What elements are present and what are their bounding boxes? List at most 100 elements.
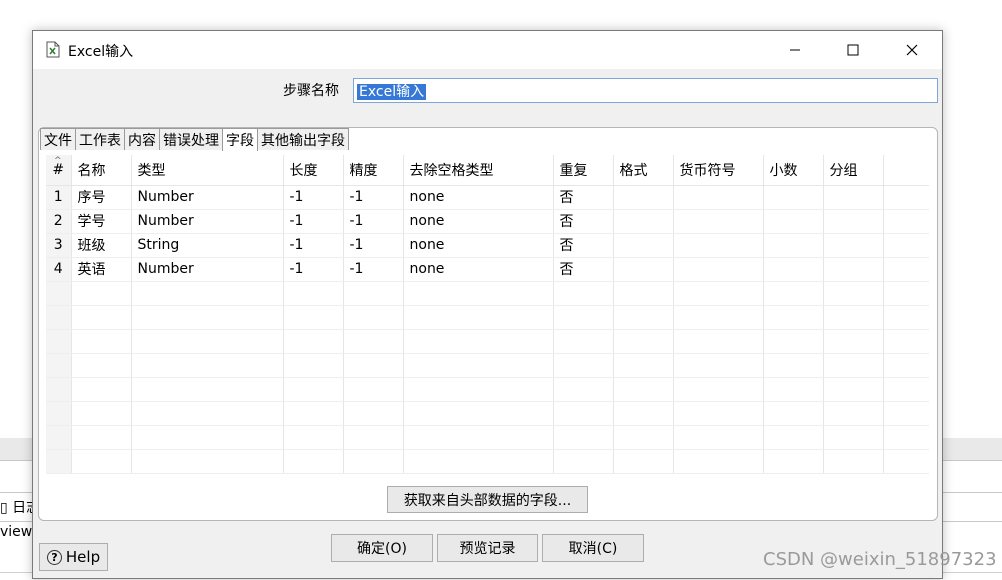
cell-empty[interactable]	[403, 353, 554, 378]
cell-precision[interactable]: -1	[343, 257, 404, 282]
cell-empty[interactable]	[283, 425, 344, 450]
cell-empty[interactable]	[763, 425, 824, 450]
cell-empty[interactable]	[283, 305, 344, 330]
cell-currency[interactable]	[673, 185, 764, 210]
cell-empty[interactable]	[343, 305, 404, 330]
cell-empty[interactable]	[403, 449, 554, 474]
column-header-index[interactable]: ^ #	[46, 155, 72, 186]
table-row-empty[interactable]	[46, 401, 929, 426]
cell-trim-type[interactable]: none	[403, 209, 554, 234]
cell-trim-type[interactable]: none	[403, 257, 554, 282]
cell-empty[interactable]	[71, 329, 132, 354]
step-name-input[interactable]: Excel输入	[353, 78, 938, 103]
cell-empty[interactable]	[46, 305, 72, 330]
cell-empty[interactable]	[71, 353, 132, 378]
cell-empty[interactable]	[71, 377, 132, 402]
cell-type[interactable]: Number	[131, 209, 284, 234]
table-row-empty[interactable]	[46, 329, 929, 354]
cell-empty[interactable]	[283, 449, 344, 474]
column-header-length[interactable]: 长度	[283, 155, 344, 186]
cell-repeat[interactable]: 否	[553, 185, 614, 210]
cell-empty[interactable]	[131, 401, 284, 426]
cell-empty[interactable]	[553, 305, 614, 330]
cell-group[interactable]	[823, 233, 884, 258]
cell-empty[interactable]	[763, 281, 824, 306]
cell-empty[interactable]	[283, 401, 344, 426]
table-row[interactable]: 4 英语 Number -1 -1 none 否	[46, 257, 929, 282]
cell-empty[interactable]	[131, 281, 284, 306]
cell-empty[interactable]	[673, 353, 764, 378]
cell-empty[interactable]	[343, 281, 404, 306]
cell-empty[interactable]	[343, 449, 404, 474]
cell-empty[interactable]	[673, 401, 764, 426]
cell-empty[interactable]	[71, 305, 132, 330]
cell-empty[interactable]	[823, 425, 884, 450]
cell-type[interactable]: Number	[131, 257, 284, 282]
cell-empty[interactable]	[343, 353, 404, 378]
cell-length[interactable]: -1	[283, 233, 344, 258]
tab-fields[interactable]: 字段	[222, 128, 258, 151]
cell-empty[interactable]	[283, 281, 344, 306]
table-row[interactable]: 2 学号 Number -1 -1 none 否	[46, 209, 929, 234]
cell-empty[interactable]	[343, 377, 404, 402]
column-header-repeat[interactable]: 重复	[553, 155, 614, 186]
cell-currency[interactable]	[673, 257, 764, 282]
ok-button[interactable]: 确定(O)	[331, 534, 433, 562]
cell-empty[interactable]	[553, 377, 614, 402]
cell-empty[interactable]	[46, 281, 72, 306]
cell-empty[interactable]	[823, 353, 884, 378]
cell-currency[interactable]	[673, 233, 764, 258]
cell-empty[interactable]	[283, 329, 344, 354]
cell-empty[interactable]	[46, 401, 72, 426]
cell-empty[interactable]	[283, 377, 344, 402]
cell-empty[interactable]	[46, 425, 72, 450]
cell-empty[interactable]	[823, 401, 884, 426]
column-header-trim-type[interactable]: 去除空格类型	[403, 155, 554, 186]
cell-empty[interactable]	[613, 449, 674, 474]
cell-empty[interactable]	[71, 425, 132, 450]
cell-empty[interactable]	[763, 401, 824, 426]
table-row-empty[interactable]	[46, 353, 929, 378]
tab-worksheet[interactable]: 工作表	[75, 128, 125, 150]
tab-content[interactable]: 内容	[124, 128, 160, 150]
cell-name[interactable]: 班级	[71, 233, 132, 258]
cell-empty[interactable]	[613, 353, 674, 378]
cell-name[interactable]: 英语	[71, 257, 132, 282]
cell-empty[interactable]	[763, 449, 824, 474]
maximize-button[interactable]	[824, 31, 882, 69]
cell-empty[interactable]	[613, 377, 674, 402]
column-header-type[interactable]: 类型	[131, 155, 284, 186]
tab-other-output-fields[interactable]: 其他输出字段	[257, 128, 349, 150]
cell-format[interactable]	[613, 257, 674, 282]
cell-empty[interactable]	[46, 329, 72, 354]
cell-empty[interactable]	[46, 353, 72, 378]
cell-empty[interactable]	[613, 305, 674, 330]
help-button[interactable]: ? Help	[39, 543, 108, 571]
cell-empty[interactable]	[673, 305, 764, 330]
cell-empty[interactable]	[673, 329, 764, 354]
cell-empty[interactable]	[673, 425, 764, 450]
cell-format[interactable]	[613, 233, 674, 258]
cell-length[interactable]: -1	[283, 185, 344, 210]
cell-empty[interactable]	[343, 401, 404, 426]
cell-empty[interactable]	[553, 401, 614, 426]
cell-empty[interactable]	[613, 401, 674, 426]
cell-type[interactable]: String	[131, 233, 284, 258]
cell-empty[interactable]	[823, 377, 884, 402]
table-row-empty[interactable]	[46, 305, 929, 330]
cell-empty[interactable]	[553, 449, 614, 474]
cell-empty[interactable]	[613, 425, 674, 450]
cell-repeat[interactable]: 否	[553, 233, 614, 258]
cell-decimal[interactable]	[763, 233, 824, 258]
cell-index[interactable]: 1	[46, 185, 72, 210]
cell-empty[interactable]	[403, 401, 554, 426]
preview-records-button[interactable]: 预览记录	[437, 534, 538, 562]
cell-name[interactable]: 序号	[71, 185, 132, 210]
column-header-name[interactable]: 名称	[71, 155, 132, 186]
column-header-group[interactable]: 分组	[823, 155, 884, 186]
cell-decimal[interactable]	[763, 209, 824, 234]
table-row-empty[interactable]	[46, 425, 929, 450]
cell-empty[interactable]	[763, 353, 824, 378]
cell-empty[interactable]	[553, 425, 614, 450]
close-button[interactable]	[883, 31, 941, 69]
